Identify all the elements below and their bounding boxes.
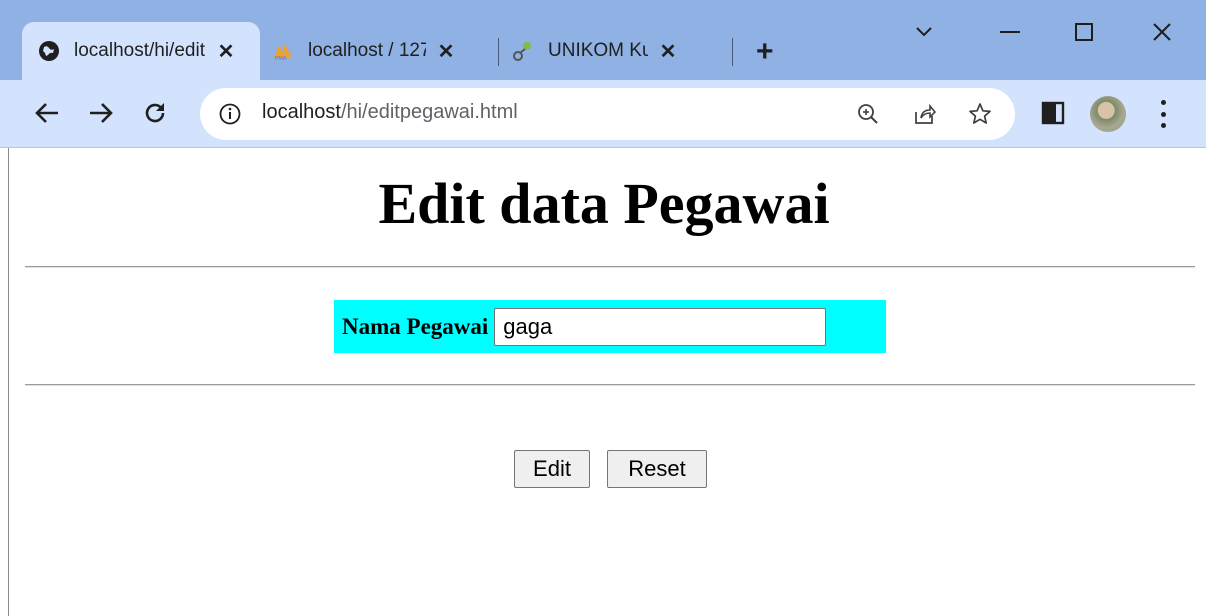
- new-tab-button[interactable]: +: [756, 37, 774, 67]
- name-label: Nama Pegawai: [342, 313, 489, 339]
- tab-search-chevron-down-icon[interactable]: [904, 12, 944, 52]
- tab-separator: [498, 38, 499, 66]
- tab-separator: [732, 38, 733, 66]
- close-tab-icon[interactable]: ✕: [216, 39, 236, 64]
- forward-arrow-icon[interactable]: [84, 96, 118, 130]
- site-info-icon[interactable]: [218, 102, 242, 126]
- divider: [25, 384, 1195, 386]
- browser-toolbar: localhost/hi/editpegawai.html: [0, 80, 1206, 148]
- back-arrow-icon[interactable]: [30, 96, 64, 130]
- close-tab-icon[interactable]: ✕: [436, 39, 456, 64]
- unikom-icon: [512, 40, 534, 62]
- reset-button[interactable]: Reset: [607, 450, 707, 488]
- zoom-icon[interactable]: [856, 102, 880, 126]
- tab-title: localhost/hi/editpegawai.html: [74, 40, 206, 61]
- svg-text:PMA: PMA: [275, 56, 287, 62]
- share-icon[interactable]: [912, 102, 936, 126]
- tab-title: localhost / 127.0.0.1: [308, 40, 426, 61]
- tab-editpegawai[interactable]: localhost/hi/editpegawai.html ✕: [22, 22, 260, 80]
- maximize-icon[interactable]: [1064, 12, 1104, 52]
- url-host: localhost: [262, 101, 341, 123]
- side-panel-icon[interactable]: [1038, 98, 1068, 128]
- page-title: Edit data Pegawai: [378, 171, 830, 236]
- profile-avatar[interactable]: [1090, 96, 1126, 132]
- page-viewport: Edit data Pegawai Nama Pegawai Edit Rese…: [8, 148, 1206, 616]
- close-tab-icon[interactable]: ✕: [658, 39, 678, 64]
- globe-icon: [38, 40, 60, 62]
- tab-title: UNIKOM Kuliah Online: [548, 40, 648, 61]
- tab-phpmyadmin[interactable]: PMA localhost / 127.0.0.1 ✕: [262, 22, 456, 80]
- url-path: /hi/editpegawai.html: [340, 101, 518, 123]
- edit-button[interactable]: Edit: [514, 450, 590, 488]
- address-bar[interactable]: localhost/hi/editpegawai.html: [200, 88, 1015, 140]
- tab-strip: localhost/hi/editpegawai.html ✕ PMA loca…: [0, 0, 1206, 80]
- url-text[interactable]: localhost/hi/editpegawai.html: [262, 101, 518, 124]
- more-menu-icon[interactable]: [1158, 100, 1168, 128]
- tab-unikom[interactable]: UNIKOM Kuliah Online ✕: [502, 22, 678, 80]
- minimize-icon[interactable]: [990, 12, 1030, 52]
- bookmark-star-icon[interactable]: [968, 102, 992, 126]
- divider: [25, 266, 1195, 268]
- phpmyadmin-icon: PMA: [272, 40, 294, 62]
- reload-icon[interactable]: [138, 96, 172, 130]
- close-window-icon[interactable]: [1142, 12, 1182, 52]
- name-input[interactable]: [494, 307, 827, 346]
- name-field-row: Nama Pegawai: [334, 300, 886, 353]
